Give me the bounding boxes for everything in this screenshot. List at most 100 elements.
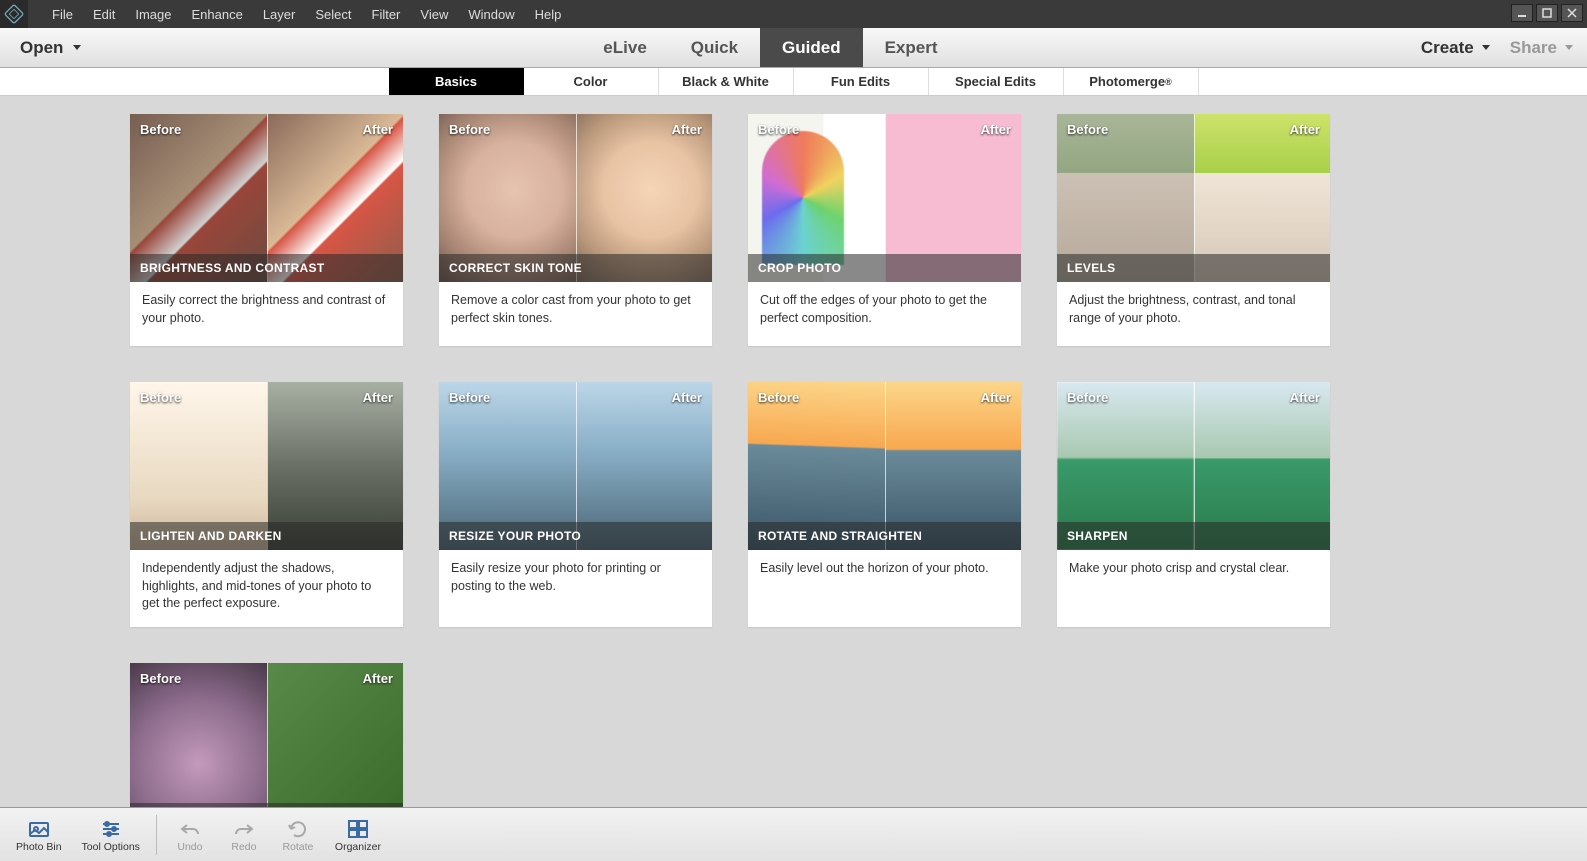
menu-help[interactable]: Help	[525, 0, 572, 28]
card-thumbnail: Before After RESIZE YOUR PHOTO	[439, 382, 712, 550]
guided-card-levels[interactable]: BeforeAfterLEVELSAdjust the brightness, …	[1057, 114, 1330, 346]
before-label: Before	[140, 122, 181, 137]
footer-rotate[interactable]: Rotate	[273, 815, 323, 855]
menubar: FileEditImageEnhanceLayerSelectFilterVie…	[0, 0, 1587, 28]
footer-photo-bin[interactable]: Photo Bin	[8, 815, 70, 855]
menu-view[interactable]: View	[410, 0, 458, 28]
menu-select[interactable]: Select	[305, 0, 361, 28]
close-button[interactable]	[1561, 4, 1583, 22]
caret-down-icon	[1565, 45, 1573, 50]
footer-redo[interactable]: Redo	[219, 815, 269, 855]
before-label: Before	[449, 390, 490, 405]
guided-content: BeforeAfterBRIGHTNESS AND CONTRASTEasily…	[0, 96, 1587, 807]
category-tab-color[interactable]: Color	[524, 68, 659, 95]
after-label: After	[672, 122, 702, 137]
footer-organizer[interactable]: Organizer	[327, 815, 389, 855]
before-label: Before	[449, 122, 490, 137]
category-tab-photomerge[interactable]: Photomerge®	[1064, 68, 1199, 95]
undo-icon	[178, 817, 202, 841]
card-title: CROP PHOTO	[748, 254, 1021, 282]
card-description: Easily correct the brightness and contra…	[130, 282, 403, 346]
menu-filter[interactable]: Filter	[362, 0, 411, 28]
menu-edit[interactable]: Edit	[83, 0, 125, 28]
caret-down-icon	[1482, 45, 1490, 50]
footer-label: Photo Bin	[16, 841, 62, 853]
category-tab-basics[interactable]: Basics	[389, 68, 524, 95]
footer-label: Organizer	[335, 841, 381, 853]
category-tab-special-edits[interactable]: Special Edits	[929, 68, 1064, 95]
guided-card-pencils[interactable]: Before After CROP PHOTOCut off the edges o…	[748, 114, 1021, 346]
open-button[interactable]: Open	[0, 28, 120, 67]
before-label: Before	[140, 390, 181, 405]
guided-card-ld[interactable]: BeforeAfterLIGHTEN AND DARKENIndependent…	[130, 382, 403, 627]
caret-down-icon	[73, 45, 81, 50]
create-button[interactable]: Create	[1421, 38, 1490, 58]
card-thumbnail: BeforeAfterROTATE AND STRAIGHTEN	[748, 382, 1021, 550]
organizer-icon	[346, 817, 370, 841]
category-tab-black-white[interactable]: Black & White	[659, 68, 794, 95]
guided-card-boy[interactable]: Before After BRIGHTNESS AND CONTRASTEasily…	[130, 114, 403, 346]
footer-label: Rotate	[282, 841, 313, 853]
card-thumbnail: Before After BRIGHTNESS AND CONTRAST	[130, 114, 403, 282]
category-tab-fun-edits[interactable]: Fun Edits	[794, 68, 929, 95]
window-controls	[1511, 4, 1583, 24]
guided-card-resize[interactable]: Before After RESIZE YOUR PHOTOEasily resiz…	[439, 382, 712, 627]
before-label: Before	[140, 671, 181, 686]
card-title: CORRECT SKIN TONE	[439, 254, 712, 282]
footer-toolbar: Photo Bin Tool Options Undo Redo Rotate Organ…	[0, 807, 1587, 861]
before-label: Before	[1067, 390, 1108, 405]
menu-file[interactable]: File	[42, 0, 83, 28]
footer-label: Tool Options	[82, 841, 140, 853]
menu-layer[interactable]: Layer	[253, 0, 306, 28]
after-label: After	[363, 122, 393, 137]
app-icon	[0, 0, 28, 28]
menu-image[interactable]: Image	[125, 0, 181, 28]
card-title: ROTATE AND STRAIGHTEN	[748, 522, 1021, 550]
footer-label: Redo	[231, 841, 256, 853]
menu-enhance[interactable]: Enhance	[182, 0, 253, 28]
mode-tab-quick[interactable]: Quick	[669, 28, 760, 67]
guided-card-vig[interactable]: BeforeAfterVIGNETTE EFFECTAdd a vignette…	[130, 663, 403, 808]
footer-undo[interactable]: Undo	[165, 815, 215, 855]
footer-tool-options[interactable]: Tool Options	[74, 815, 148, 855]
category-bar: BasicsColorBlack & WhiteFun EditsSpecial…	[0, 68, 1587, 96]
minimize-button[interactable]	[1511, 4, 1533, 22]
after-label: After	[672, 390, 702, 405]
card-thumbnail: Before After CROP PHOTO	[748, 114, 1021, 282]
tool-options-icon	[99, 817, 123, 841]
maximize-button[interactable]	[1536, 4, 1558, 22]
card-title: LEVELS	[1057, 254, 1330, 282]
redo-icon	[232, 817, 256, 841]
share-label: Share	[1510, 38, 1557, 58]
footer-separator	[156, 815, 157, 855]
card-description: Adjust the brightness, contrast, and ton…	[1057, 282, 1330, 346]
mode-tab-guided[interactable]: Guided	[760, 28, 863, 67]
open-label: Open	[20, 38, 63, 58]
footer-label: Undo	[177, 841, 202, 853]
card-title: BRIGHTNESS AND CONTRAST	[130, 254, 403, 282]
menu-window[interactable]: Window	[458, 0, 524, 28]
guided-card-baby[interactable]: BeforeAfterCORRECT SKIN TONERemove a col…	[439, 114, 712, 346]
guided-card-sharpen[interactable]: Before After SHARPENMake your photo crisp …	[1057, 382, 1330, 627]
after-label: After	[981, 122, 1011, 137]
create-label: Create	[1421, 38, 1474, 58]
card-thumbnail: BeforeAfterLIGHTEN AND DARKEN	[130, 382, 403, 550]
card-thumbnail: Before After CORRECT SKIN TONE	[439, 114, 712, 282]
mode-tab-elive[interactable]: eLive	[581, 28, 668, 67]
card-description: Make your photo crisp and crystal clear.	[1057, 550, 1330, 614]
share-button[interactable]: Share	[1510, 38, 1573, 58]
before-label: Before	[758, 122, 799, 137]
card-description: Easily resize your photo for printing or…	[439, 550, 712, 614]
card-title: SHARPEN	[1057, 522, 1330, 550]
card-thumbnail: Before After SHARPEN	[1057, 382, 1330, 550]
card-title: LIGHTEN AND DARKEN	[130, 522, 403, 550]
after-label: After	[981, 390, 1011, 405]
guided-card-rotate[interactable]: BeforeAfterROTATE AND STRAIGHTENEasily l…	[748, 382, 1021, 627]
card-description: Easily level out the horizon of your pho…	[748, 550, 1021, 614]
after-label: After	[1290, 122, 1320, 137]
mode-tab-expert[interactable]: Expert	[863, 28, 960, 67]
card-title: RESIZE YOUR PHOTO	[439, 522, 712, 550]
card-description: Cut off the edges of your photo to get t…	[748, 282, 1021, 346]
after-label: After	[1290, 390, 1320, 405]
card-title: VIGNETTE EFFECT	[130, 803, 403, 808]
